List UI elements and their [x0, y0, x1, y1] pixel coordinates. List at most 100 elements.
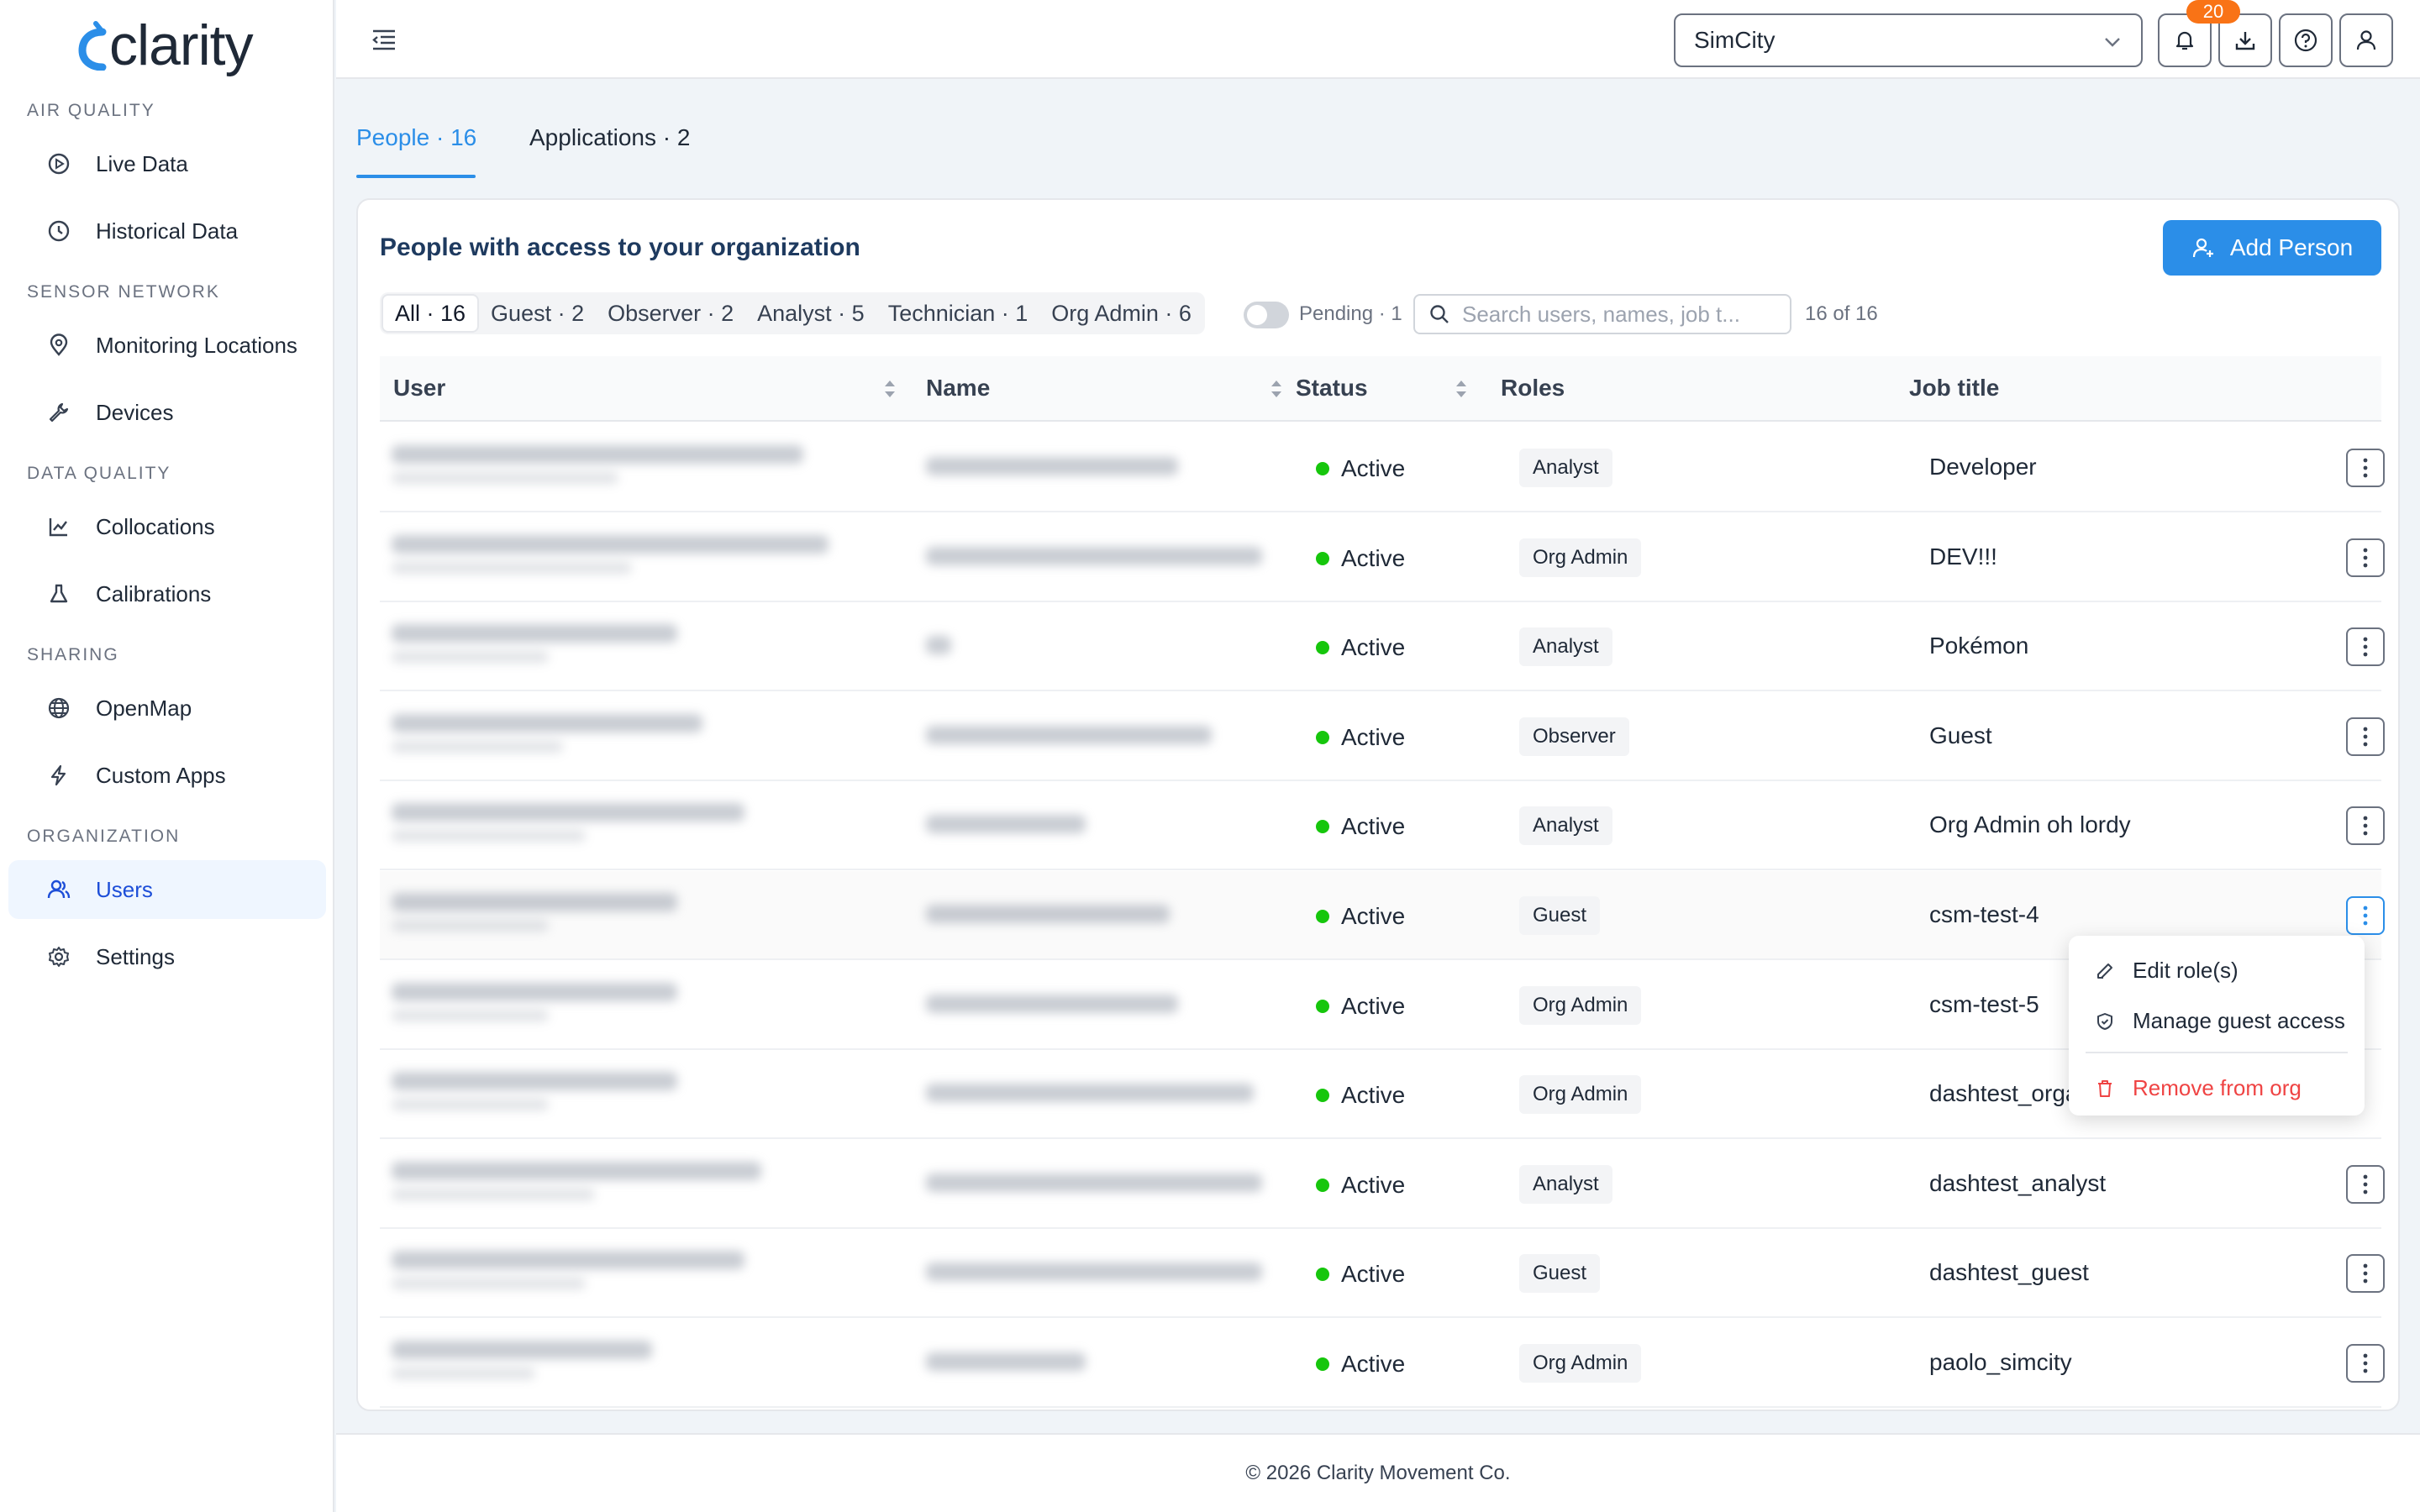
sidebar-item-settings[interactable]: Settings [8, 927, 326, 986]
add-person-button[interactable]: Add Person [2163, 220, 2381, 276]
tab-applications[interactable]: Applications · 2 [529, 124, 690, 151]
sidebar-item-calibrations[interactable]: Calibrations [8, 564, 326, 623]
status-cell: Active [1316, 1172, 1405, 1199]
menu-item-label: Manage guest access [2133, 1008, 2345, 1033]
sidebar-item-monitoring-locations[interactable]: Monitoring Locations [8, 316, 326, 375]
org-select-value: SimCity [1694, 27, 1776, 53]
trash-icon [2094, 1078, 2116, 1100]
role-badge: Analyst [1519, 627, 1612, 667]
menu-item-edit-roles[interactable]: Edit role(s) [2094, 958, 2238, 984]
row-actions-button[interactable] [2346, 627, 2385, 667]
table-row[interactable]: Active Analyst Org Admin oh lordy [380, 781, 2385, 871]
column-header-user[interactable]: User [393, 375, 445, 402]
menu-collapse-icon[interactable] [370, 25, 398, 54]
user-subtext-redacted [392, 561, 632, 574]
filter-chip-analyst[interactable]: Analyst · 5 [745, 294, 876, 333]
row-actions-button[interactable] [2346, 717, 2385, 756]
menu-item-manage-guest-access[interactable]: Manage guest access [2094, 1008, 2345, 1034]
status-text: Active [1341, 903, 1406, 929]
row-actions-button[interactable] [2346, 449, 2385, 487]
table-row[interactable]: Active Analyst dashtest_analyst [380, 1140, 2385, 1229]
kebab-menu-icon [2363, 816, 2368, 836]
search-field[interactable] [1413, 294, 1791, 334]
sidebar-item-devices[interactable]: Devices [8, 383, 326, 442]
name-redacted [926, 1084, 1254, 1103]
sidebar-item-collocations[interactable]: Collocations [8, 497, 326, 556]
location-pin-icon [45, 332, 72, 359]
sidebar-item-historical-data[interactable]: Historical Data [8, 202, 326, 260]
sidebar-item-label: Collocations [96, 513, 215, 539]
sidebar-item-label: Devices [96, 399, 174, 425]
column-header-roles: Roles [1501, 375, 1565, 401]
add-user-icon [2192, 238, 2213, 258]
user-email-redacted [392, 982, 677, 1001]
search-icon [1430, 305, 1449, 323]
sidebar-item-live-data[interactable]: Live Data [8, 134, 326, 193]
user-subtext-redacted [392, 830, 586, 843]
table-row[interactable]: Active Analyst Developer [380, 423, 2385, 512]
row-actions-button[interactable] [2346, 1254, 2385, 1294]
search-input[interactable] [1462, 301, 1765, 328]
role-badge: Observer [1519, 717, 1629, 756]
card-title: People with access to your organization [380, 234, 860, 261]
job-title-cell: csm-test-5 [1929, 990, 2039, 1017]
wrench-icon [45, 399, 72, 426]
status-cell: Active [1316, 634, 1405, 661]
org-select[interactable]: SimCity [1674, 13, 2143, 67]
clarity-logo-icon [78, 21, 107, 71]
table-row[interactable]: Active Org Admin DEV!!! [380, 513, 2385, 602]
kebab-menu-icon [2363, 1263, 2368, 1284]
filter-chip-org-admin[interactable]: Org Admin · 6 [1039, 294, 1203, 333]
table-row[interactable]: Active Analyst Pokémon [380, 602, 2385, 692]
sort-icon[interactable] [1269, 376, 1284, 402]
role-badge: Guest [1519, 896, 1601, 935]
row-actions-button[interactable] [2346, 896, 2385, 935]
help-button[interactable] [2279, 13, 2333, 67]
status-dot-icon [1316, 462, 1329, 475]
users-icon [45, 876, 72, 903]
sidebar-item-openmap[interactable]: OpenMap [8, 679, 326, 738]
result-count: 16 of 16 [1805, 302, 1878, 325]
menu-item-remove-from-org[interactable]: Remove from org [2094, 1075, 2302, 1101]
user-subtext-redacted [392, 1278, 586, 1290]
table-row[interactable]: Active Org Admin paolo_simcity [380, 1319, 2385, 1408]
row-actions-button[interactable] [2346, 1344, 2385, 1383]
status-cell: Active [1316, 1082, 1405, 1109]
job-title-cell: DEV!!! [1929, 543, 1997, 570]
sort-icon[interactable] [1454, 376, 1469, 402]
clarity-logo[interactable]: clarity [77, 12, 254, 79]
job-title-cell: Org Admin oh lordy [1929, 811, 2131, 838]
top-bar: SimCity 20 [336, 0, 2420, 79]
section-organization: ORGANIZATION [27, 827, 181, 846]
column-header-name[interactable]: Name [926, 375, 990, 402]
sidebar-item-custom-apps[interactable]: Custom Apps [8, 746, 326, 805]
user-subtext-redacted [392, 651, 549, 664]
kebab-menu-icon [2363, 1174, 2368, 1194]
filter-chip-all[interactable]: All · 16 [381, 294, 480, 333]
table-row[interactable]: Active Guest dashtest_guest [380, 1229, 2385, 1319]
filter-chip-guest[interactable]: Guest · 2 [479, 294, 596, 333]
status-dot-icon [1316, 730, 1329, 744]
status-cell: Active [1316, 1261, 1405, 1288]
filter-chip-observer[interactable]: Observer · 2 [596, 294, 745, 333]
job-title-cell: dashtest_orgac [1929, 1080, 2091, 1107]
name-redacted [926, 994, 1178, 1013]
globe-icon [45, 695, 72, 722]
sort-icon[interactable] [882, 376, 897, 402]
user-email-redacted [392, 803, 744, 822]
row-actions-button[interactable] [2346, 806, 2385, 846]
pending-toggle[interactable] [1244, 302, 1289, 328]
row-actions-button[interactable] [2346, 1164, 2385, 1204]
sidebar: clarity AIR QUALITY Live Data Historical… [0, 0, 334, 1512]
tab-people[interactable]: People · 16 [356, 124, 476, 151]
profile-button[interactable] [2339, 13, 2393, 67]
filter-chip-technician[interactable]: Technician · 1 [876, 294, 1040, 333]
table-row[interactable]: Active Observer Guest [380, 692, 2385, 781]
status-cell: Active [1316, 993, 1405, 1020]
name-redacted [926, 1263, 1262, 1282]
row-actions-button[interactable] [2346, 538, 2385, 577]
role-badge: Org Admin [1519, 1344, 1642, 1383]
sidebar-item-users[interactable]: Users [8, 860, 326, 919]
column-header-status[interactable]: Status [1296, 375, 1368, 402]
status-cell: Active [1316, 813, 1405, 840]
